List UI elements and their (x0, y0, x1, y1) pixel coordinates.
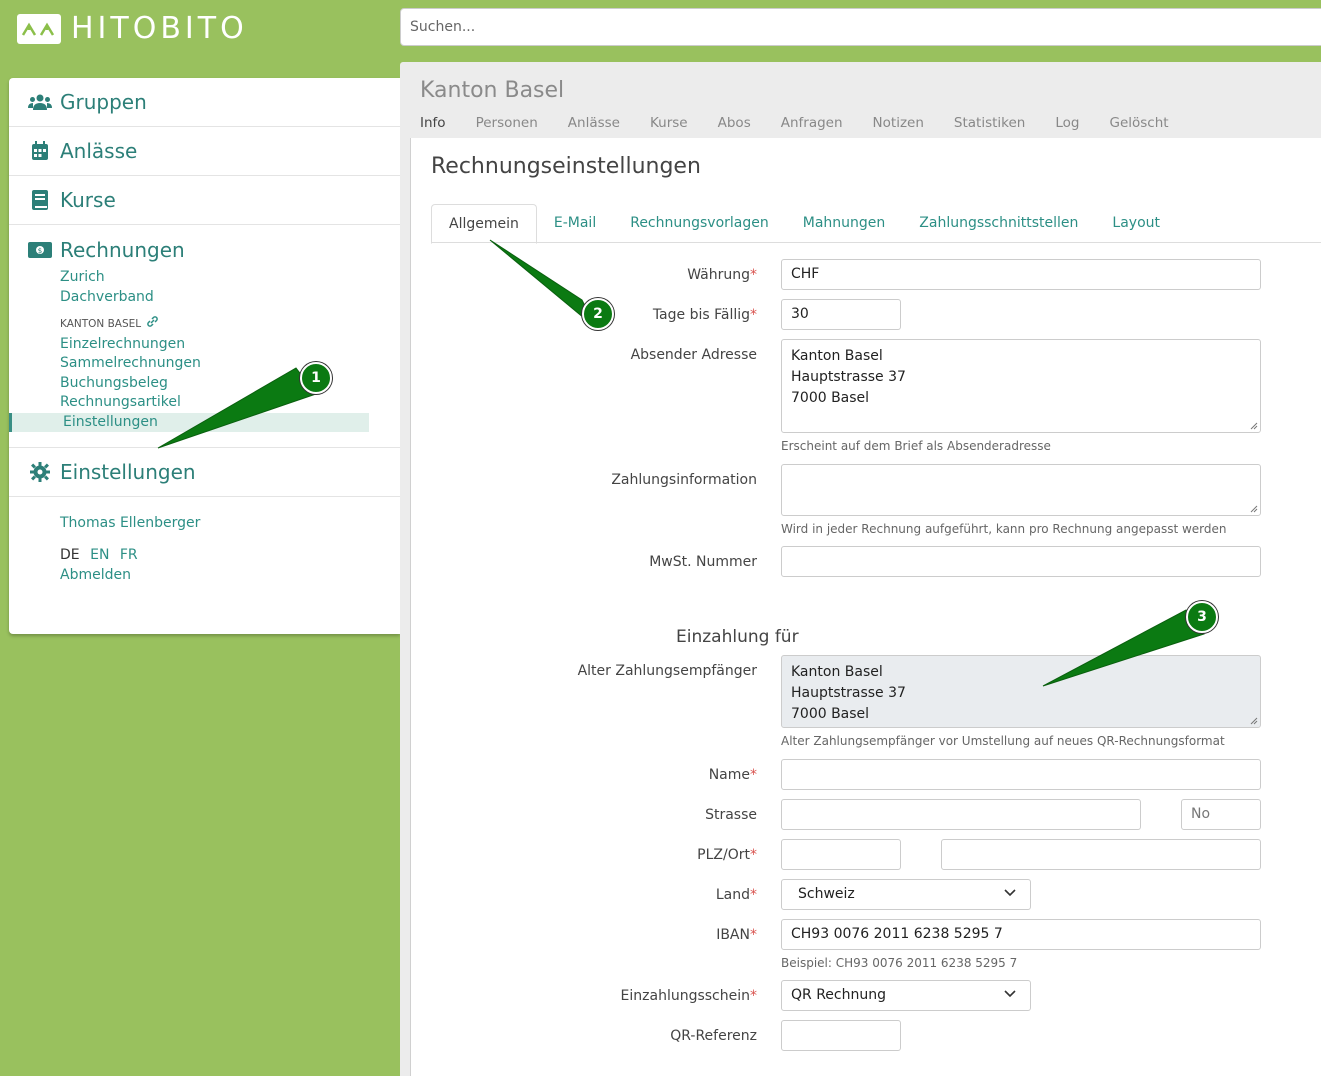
group-link-zurich[interactable]: Zurich (60, 268, 400, 288)
zip-input[interactable] (781, 839, 901, 870)
lang-fr[interactable]: FR (120, 547, 138, 563)
tab-notizen[interactable]: Notizen (873, 115, 924, 131)
due-days-label: Tage bis Fällig* (652, 307, 757, 323)
callout-badge-2: 2 (582, 298, 614, 330)
old-payee-textarea: Kanton Basel Hauptstrasse 37 7000 Basel (781, 655, 1261, 728)
tab-statistiken[interactable]: Statistiken (954, 115, 1025, 131)
payment-slip-select[interactable]: QR Rechnung (781, 980, 1031, 1011)
book-icon (28, 189, 52, 211)
link-sammelrechnungen[interactable]: Sammelrechnungen (60, 354, 400, 374)
callout-badge-1: 1 (300, 362, 332, 394)
money-bill-icon: $ (28, 239, 52, 261)
sidebar-footer: Thomas Ellenberger DE EN FR Abmelden (9, 497, 400, 583)
nav-gruppen[interactable]: Gruppen (9, 78, 400, 127)
tab-allgemein[interactable]: Allgemein (431, 204, 537, 244)
svg-text:$: $ (38, 247, 42, 255)
chevron-down-icon (1004, 990, 1016, 998)
tab-abos[interactable]: Abos (718, 115, 751, 131)
lang-en[interactable]: EN (90, 547, 109, 563)
currency-input[interactable]: CHF (781, 259, 1261, 290)
payment-info-textarea[interactable] (781, 464, 1261, 516)
chevron-down-icon (1004, 889, 1016, 897)
nav-einstellungen[interactable]: Einstellungen (9, 448, 400, 497)
tab-layout[interactable]: Layout (1095, 204, 1177, 242)
nav-anlaesse[interactable]: Anlässe (9, 127, 400, 176)
invoice-submenu: Zurich Dachverband KANTON BASEL Einzelre… (9, 268, 400, 432)
link-buchungsbeleg[interactable]: Buchungsbeleg (60, 374, 400, 394)
name-input[interactable] (781, 759, 1261, 790)
qr-reference-input[interactable] (781, 1020, 901, 1051)
country-select[interactable]: Schweiz (781, 879, 1031, 910)
tab-kurse[interactable]: Kurse (650, 115, 688, 131)
tab-mahnungen[interactable]: Mahnungen (786, 204, 903, 242)
zip-city-label: PLZ/Ort* (697, 847, 757, 863)
resize-grip-icon (1250, 717, 1258, 725)
tab-anfragen[interactable]: Anfragen (781, 115, 843, 131)
old-payee-label: Alter Zahlungsempfänger (577, 663, 757, 679)
tab-zahlungsschnittstellen[interactable]: Zahlungsschnittstellen (902, 204, 1095, 242)
tab-email[interactable]: E-Mail (537, 204, 613, 242)
old-payee-help: Alter Zahlungsempfänger vor Umstellung a… (781, 734, 1225, 748)
tab-info[interactable]: Info (420, 115, 446, 131)
user-link[interactable]: Thomas Ellenberger (60, 515, 200, 531)
main-content: Kanton Basel Info Personen Anlässe Kurse… (400, 62, 1321, 1076)
lang-de: DE (60, 547, 80, 563)
group-tabs: Info Personen Anlässe Kurse Abos Anfrage… (420, 115, 1169, 131)
currency-label: Währung* (687, 267, 757, 283)
tab-rechnungsvorlagen[interactable]: Rechnungsvorlagen (613, 204, 786, 242)
nav-rechnungen[interactable]: $ Rechnungen (9, 225, 400, 274)
sender-address-textarea[interactable]: Kanton Basel Hauptstrasse 37 7000 Basel (781, 339, 1261, 433)
tab-anlaesse[interactable]: Anlässe (568, 115, 620, 131)
payment-slip-label: Einzahlungsschein* (620, 988, 757, 1004)
tab-log[interactable]: Log (1055, 115, 1079, 131)
link-icon[interactable] (147, 315, 158, 335)
country-label: Land* (715, 887, 757, 903)
calendar-icon (28, 140, 52, 162)
settings-tabs: Allgemein E-Mail Rechnungsvorlagen Mahnu… (431, 204, 1321, 244)
page-title: Rechnungseinstellungen (431, 154, 701, 179)
language-switcher: DE EN FR (60, 547, 400, 563)
search-input[interactable] (400, 8, 1321, 46)
brand-name: HITOBITO (71, 11, 248, 46)
iban-label: IBAN* (716, 927, 757, 943)
link-einzelrechnungen[interactable]: Einzelrechnungen (60, 335, 400, 355)
street-label: Strasse (705, 807, 757, 823)
group-title: Kanton Basel (420, 78, 565, 103)
tab-geloescht[interactable]: Gelöscht (1110, 115, 1169, 131)
qr-reference-label: QR-Referenz (670, 1028, 757, 1044)
logout-link[interactable]: Abmelden (60, 567, 400, 583)
iban-help: Beispiel: CH93 0076 2011 6238 5295 7 (781, 956, 1018, 970)
section-kanton-basel: KANTON BASEL (60, 315, 400, 335)
city-input[interactable] (941, 839, 1261, 870)
payment-info-help: Wird in jeder Rechnung aufgeführt, kann … (781, 522, 1227, 536)
tab-personen[interactable]: Personen (476, 115, 538, 131)
logo-icon (17, 13, 61, 44)
brand-logo[interactable]: HITOBITO (17, 11, 248, 46)
link-einstellungen-active[interactable]: Einstellungen (9, 412, 369, 432)
vat-input[interactable] (781, 546, 1261, 577)
sender-address-label: Absender Adresse (630, 347, 757, 363)
nav-kurse[interactable]: Kurse (9, 176, 400, 225)
group-link-dachverband[interactable]: Dachverband (60, 288, 400, 308)
users-icon (28, 91, 52, 113)
payment-info-label: Zahlungsinformation (611, 472, 757, 488)
link-rechnungsartikel[interactable]: Rechnungsartikel (60, 393, 400, 413)
sender-address-help: Erscheint auf dem Brief als Absenderadre… (781, 439, 1051, 453)
resize-grip-icon (1250, 505, 1258, 513)
iban-input[interactable]: CH93 0076 2011 6238 5295 7 (781, 919, 1261, 950)
settings-panel: Rechnungseinstellungen Allgemein E-Mail … (410, 138, 1321, 1076)
name-label: Name* (708, 767, 757, 783)
callout-badge-3: 3 (1186, 601, 1218, 633)
sidebar: Gruppen Anlässe Kurse $ Rechnungen Zuric… (9, 78, 400, 634)
gear-icon (28, 461, 52, 483)
vat-label: MwSt. Nummer (649, 554, 757, 570)
payee-heading: Einzahlung für (676, 627, 799, 647)
due-days-input[interactable]: 30 (781, 299, 901, 330)
street-input[interactable] (781, 799, 1141, 830)
street-number-input[interactable]: No (1181, 799, 1261, 830)
resize-grip-icon (1250, 422, 1258, 430)
